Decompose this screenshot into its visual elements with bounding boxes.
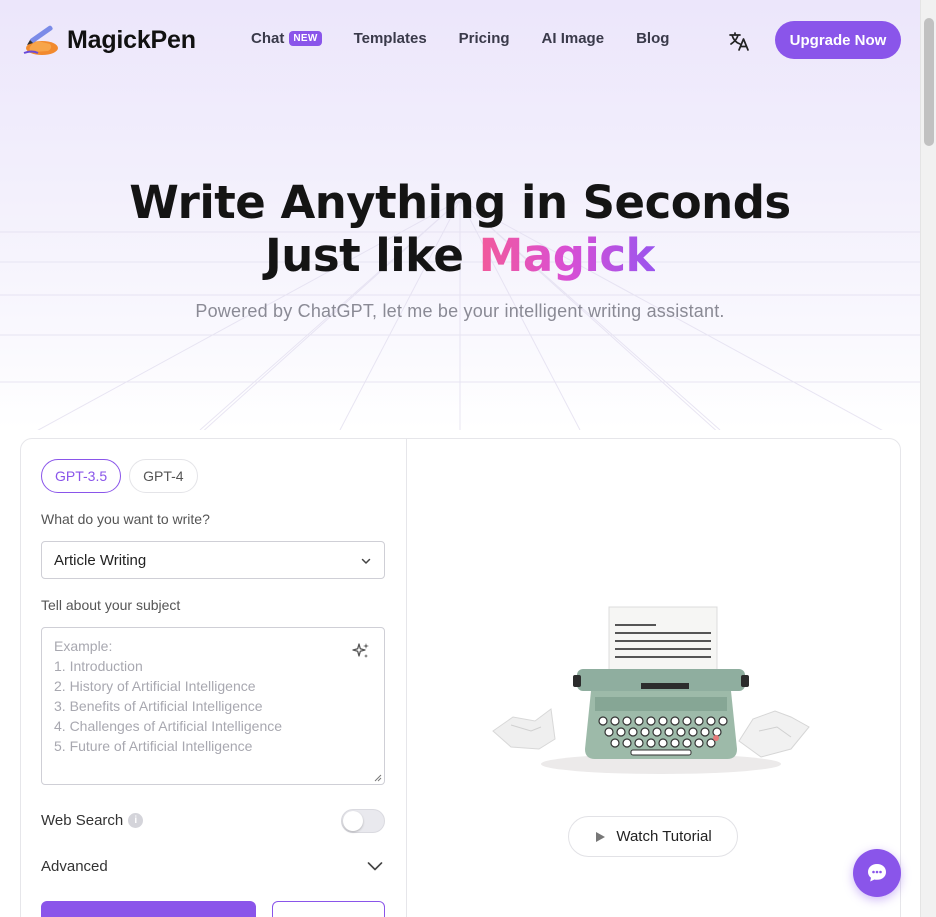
subject-field-wrapper xyxy=(41,627,385,785)
model-tab-gpt35[interactable]: GPT-3.5 xyxy=(41,459,122,493)
nav-pricing[interactable]: Pricing xyxy=(459,30,510,47)
top-navbar: MagickPen Chat NEW Templates Pricing AI … xyxy=(0,0,920,80)
watch-tutorial-label: Watch Tutorial xyxy=(616,828,712,845)
chat-support-button[interactable] xyxy=(853,849,901,897)
toggle-knob xyxy=(343,811,363,831)
typewriter-illustration xyxy=(492,606,810,774)
sparkle-icon[interactable] xyxy=(352,642,370,660)
nav-chat[interactable]: Chat NEW xyxy=(251,30,322,47)
chevron-down-icon xyxy=(361,558,371,564)
brand-name: MagickPen xyxy=(67,25,196,54)
main-nav: Chat NEW Templates Pricing AI Image Blog xyxy=(251,30,701,47)
generate-button[interactable]: Generate xyxy=(41,901,256,917)
pen-logo-icon xyxy=(23,25,58,55)
writer-card: GPT-3.5 GPT-4 What do you want to write?… xyxy=(20,438,901,917)
upgrade-now-button[interactable]: Upgrade Now xyxy=(775,21,901,59)
hero-subtitle: Powered by ChatGPT, let me be your intel… xyxy=(195,301,725,321)
write-type-label: What do you want to write? xyxy=(41,511,210,527)
hero-title-highlight: Magick xyxy=(478,229,656,282)
new-badge: NEW xyxy=(289,31,322,46)
chat-bubble-icon xyxy=(868,864,886,882)
web-search-label: Web Search xyxy=(41,812,124,829)
advanced-label[interactable]: Advanced xyxy=(41,858,108,875)
advanced-chevron-down-icon[interactable] xyxy=(367,861,383,871)
card-divider xyxy=(406,439,407,917)
hero-title-line2-prefix: Just like xyxy=(265,229,464,282)
web-search-toggle[interactable] xyxy=(341,809,385,833)
nav-chat-label: Chat xyxy=(251,30,285,47)
translate-icon[interactable] xyxy=(727,29,751,53)
subject-label: Tell about your subject xyxy=(41,597,181,613)
web-search-row: Web Search i xyxy=(41,812,144,829)
hero-title: Write Anything in Seconds Just like Magi… xyxy=(0,176,920,282)
nav-blog[interactable]: Blog xyxy=(636,30,669,47)
model-selector: GPT-3.5 GPT-4 xyxy=(41,459,206,493)
try-sample-button[interactable]: Try Sample xyxy=(272,901,385,917)
brand-logo[interactable]: MagickPen xyxy=(20,20,196,60)
nav-ai-image[interactable]: AI Image xyxy=(542,30,605,47)
scrollbar-thumb[interactable] xyxy=(924,18,934,146)
model-tab-gpt4[interactable]: GPT-4 xyxy=(129,459,198,493)
page-scrollbar[interactable] xyxy=(920,0,936,917)
nav-templates[interactable]: Templates xyxy=(354,30,427,47)
write-type-select[interactable]: Article Writing xyxy=(41,541,385,579)
info-icon[interactable]: i xyxy=(128,813,144,828)
subject-textarea[interactable] xyxy=(42,628,384,784)
watch-tutorial-button[interactable]: Watch Tutorial xyxy=(568,816,738,857)
hero-title-line1: Write Anything in Seconds xyxy=(129,176,791,229)
write-type-value: Article Writing xyxy=(54,551,147,569)
resize-grip-icon[interactable] xyxy=(374,774,382,782)
play-icon xyxy=(596,831,606,842)
